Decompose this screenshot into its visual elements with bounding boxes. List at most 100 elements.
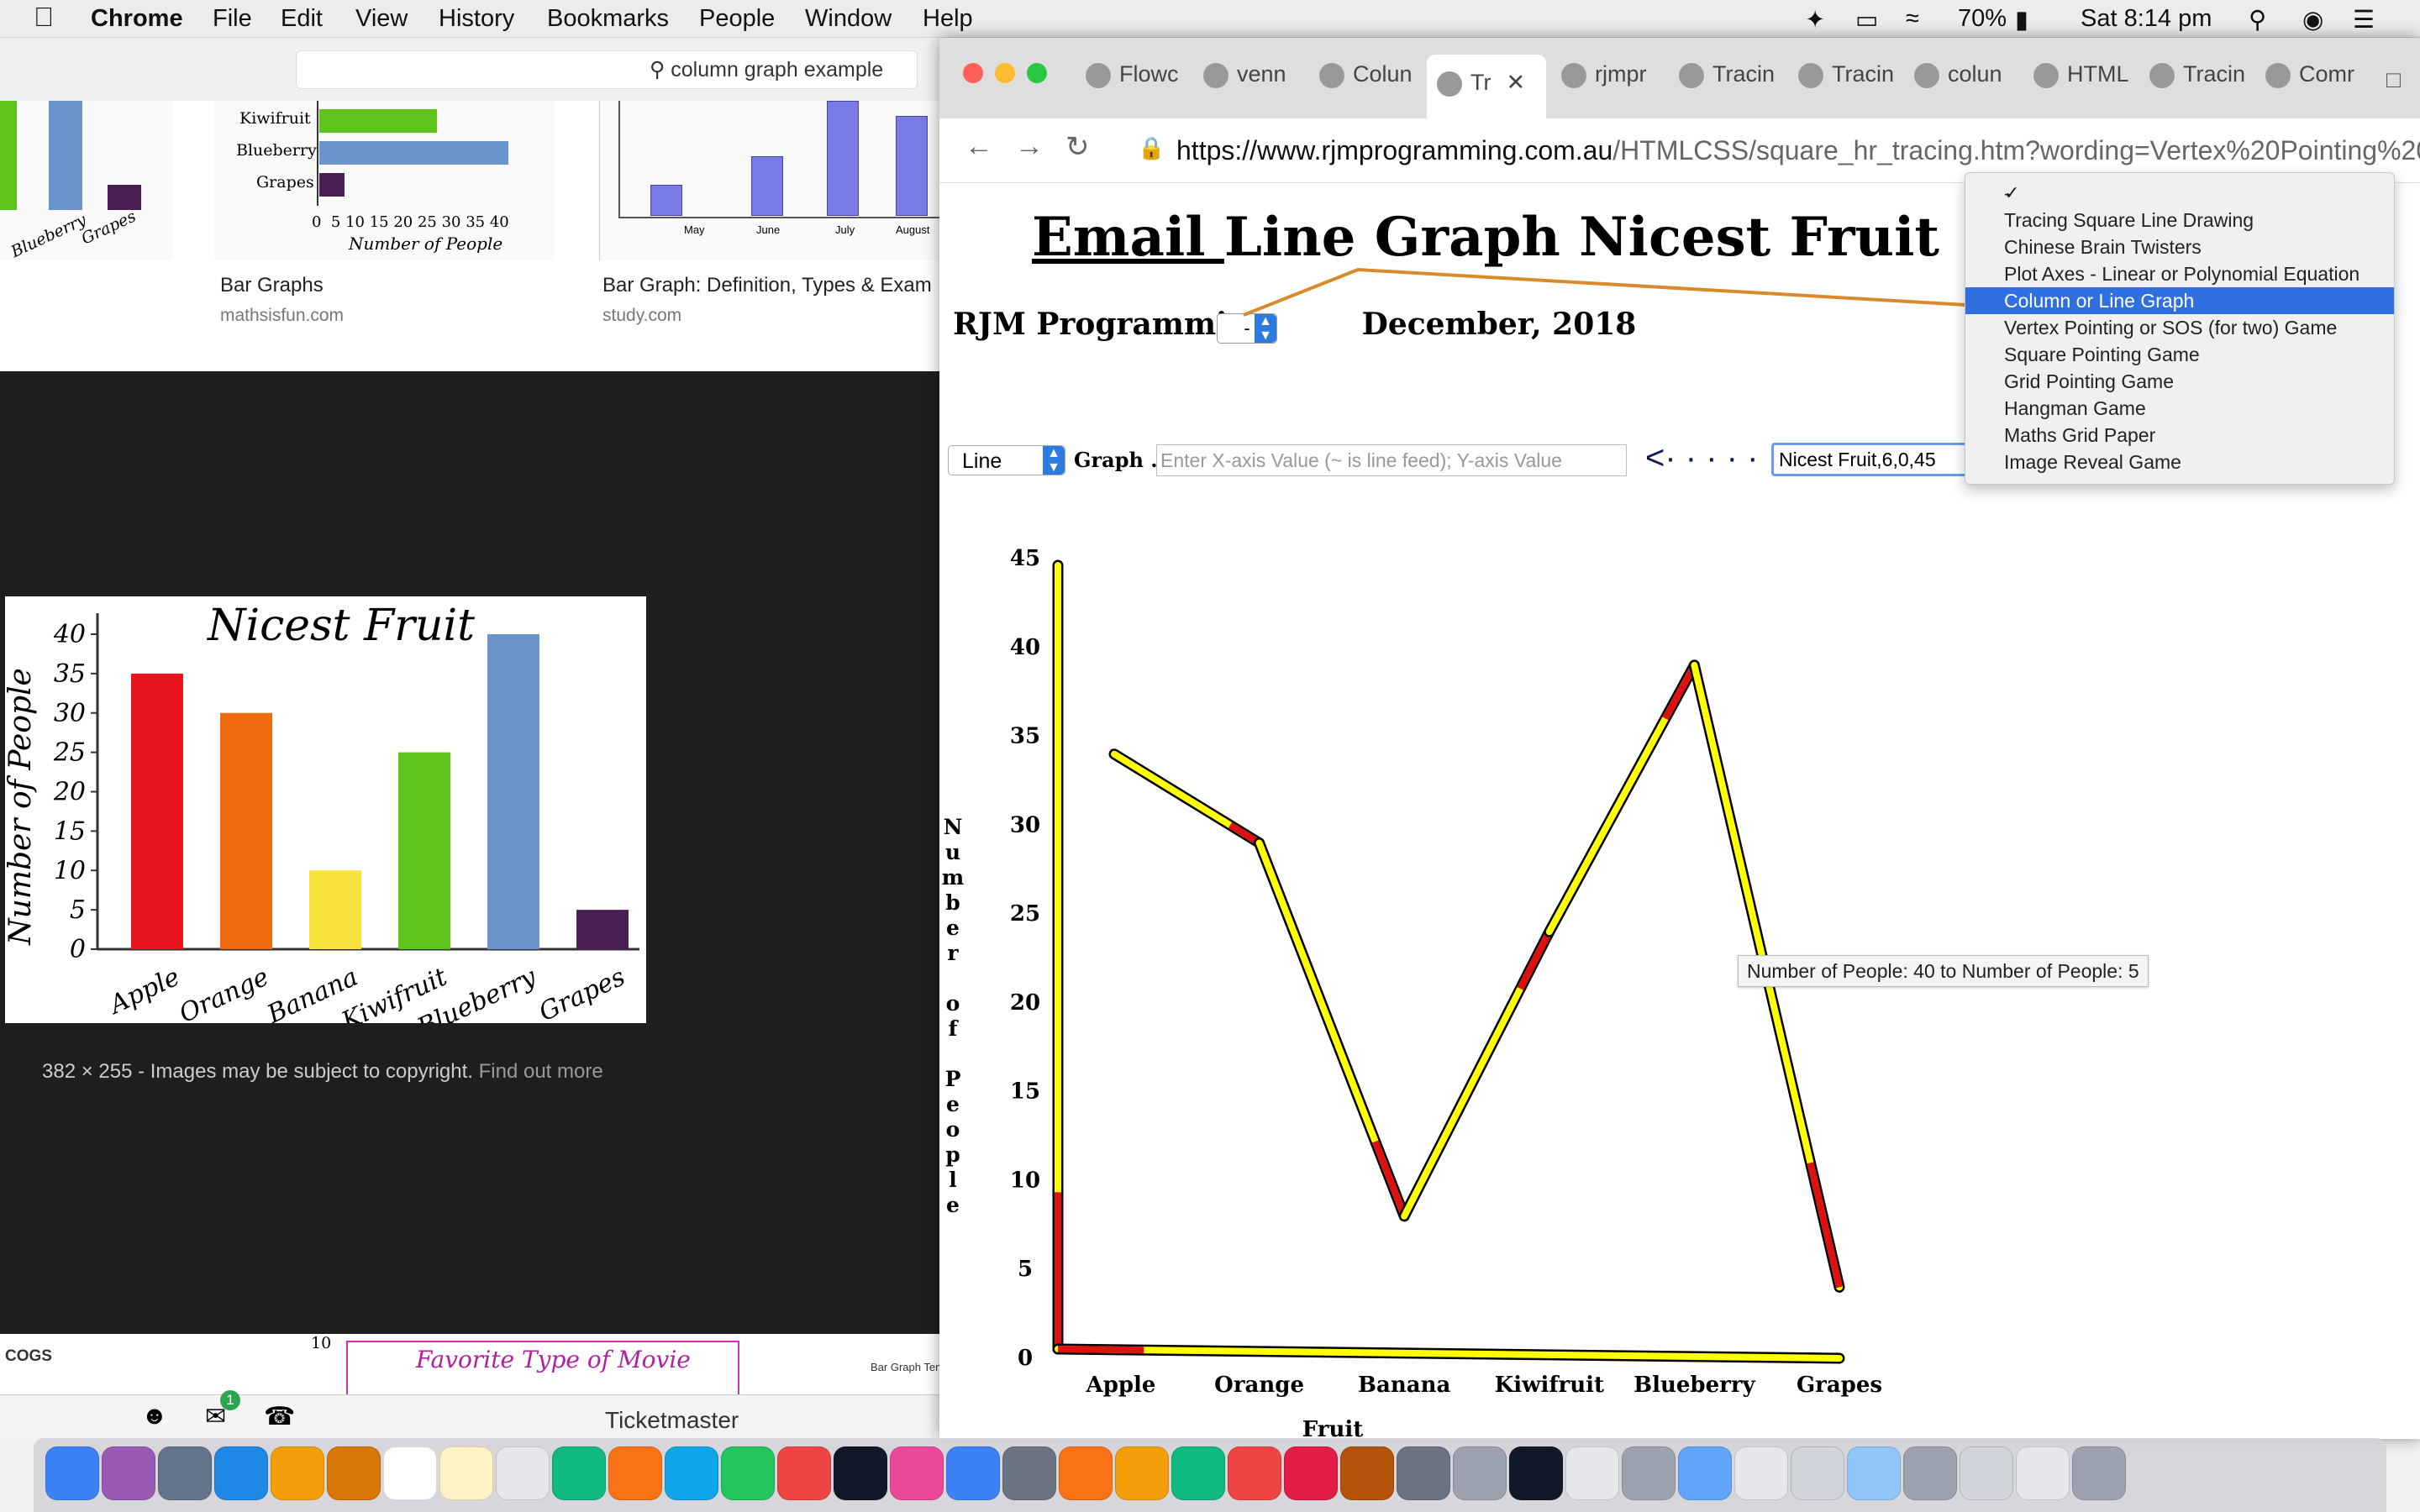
preview-bar: [220, 712, 272, 949]
menu-window[interactable]: Window: [805, 5, 892, 33]
result-thumbnail[interactable]: Blueberry Grapes: [0, 101, 172, 261]
dock-app-icon[interactable]: [1622, 1446, 1676, 1500]
menu-file[interactable]: File: [213, 5, 252, 33]
dock-app-icon[interactable]: [834, 1446, 887, 1500]
data-line-segment-accent: [1807, 1162, 1843, 1289]
dock-app-icon[interactable]: [1960, 1446, 2013, 1500]
dock-app-icon[interactable]: [946, 1446, 1000, 1500]
dock-app-icon[interactable]: [1678, 1446, 1732, 1500]
dropdown-option[interactable]: Tracing Square Line Drawing: [1965, 207, 2394, 234]
dock-app-icon[interactable]: [383, 1446, 437, 1500]
clock[interactable]: Sat 8:14 pm: [2081, 5, 2212, 33]
apple-icon[interactable]: : [34, 2, 54, 33]
dropdown-option[interactable]: Column or Line Graph: [1965, 287, 2394, 314]
dock-app-icon[interactable]: [1002, 1446, 1056, 1500]
result-thumbnail[interactable]: May June July August: [599, 101, 940, 260]
dock-app-icon[interactable]: [1453, 1446, 1507, 1500]
dock-app-icon[interactable]: [665, 1446, 718, 1500]
menu-history[interactable]: History: [439, 5, 514, 33]
x-category-label: Apple: [1086, 1373, 1156, 1398]
spotlight-search-icon[interactable]: ⚲: [2249, 5, 2266, 34]
bottom-thumbnail[interactable]: 10 Favorite Type of Movie: [269, 1334, 744, 1406]
dock-app-icon[interactable]: [102, 1446, 155, 1500]
dock-app-icon[interactable]: [327, 1446, 381, 1500]
dock-app-icon[interactable]: [1340, 1446, 1394, 1500]
bottom-thumb-label[interactable]: COGS: [5, 1347, 52, 1366]
notification-center-icon[interactable]: ☰: [2353, 5, 2375, 34]
y-tick-label: 45: [1010, 546, 1040, 571]
preview-tick: 35: [54, 659, 86, 689]
menu-view[interactable]: View: [355, 5, 408, 33]
dropdown-option[interactable]: Maths Grid Paper: [1965, 422, 2394, 449]
result-caption[interactable]: Bar Graph: Definition, Types & Exam: [602, 274, 932, 297]
y-axis-label-letter: e: [946, 1092, 960, 1116]
phone-icon[interactable]: ☎: [264, 1402, 295, 1431]
result-thumbnail[interactable]: Kiwifruit Blueberry Grapes 0 5 10 15 20 …: [214, 101, 555, 260]
siri-icon[interactable]: ◉: [2302, 5, 2323, 34]
dock-app-icon[interactable]: [1847, 1446, 1901, 1500]
menu-people[interactable]: People: [699, 5, 775, 33]
dock-app-icon[interactable]: [214, 1446, 268, 1500]
dock-app-icon[interactable]: [777, 1446, 831, 1500]
game-dropdown-menu[interactable]: ✓ - Tracing Square Line Drawing Chinese Bra…: [1965, 172, 2395, 485]
preview-note-text: 382 × 255 - Images may be subject to cop…: [42, 1060, 473, 1083]
dock-app-icon[interactable]: [1565, 1446, 1619, 1500]
airplay-icon[interactable]: ▭: [1855, 5, 1878, 34]
dropdown-option[interactable]: ✓ -: [1965, 180, 2394, 207]
result-caption[interactable]: Bar Graphs: [220, 274, 324, 297]
dock-app-icon[interactable]: [1509, 1446, 1563, 1500]
image-preview[interactable]: Nicest Fruit Number of People 0 5 10 15 20 25 30…: [3, 596, 646, 1043]
graph-data-value: Nicest Fruit,6,0,45: [1779, 449, 1936, 470]
dock-app-icon[interactable]: [1734, 1446, 1788, 1500]
dock-app-icon[interactable]: [1059, 1446, 1113, 1500]
dock-app-icon[interactable]: [1791, 1446, 1844, 1500]
dock-app-icon[interactable]: [890, 1446, 944, 1500]
battery-icon[interactable]: ▮: [2015, 5, 2028, 34]
preview-category: Grapes: [534, 963, 629, 1023]
dropdown-option[interactable]: Image Reveal Game: [1965, 449, 2394, 475]
menu-help[interactable]: Help: [923, 5, 973, 33]
battery-percent[interactable]: 70%: [1958, 5, 2007, 33]
find-out-more-link[interactable]: Find out more: [479, 1060, 603, 1083]
dock-app-icon[interactable]: [1284, 1446, 1338, 1500]
dock-app-icon[interactable]: [439, 1446, 493, 1500]
y-axis-label-letter: b: [945, 890, 960, 915]
dropdown-option-label: Plot Axes - Linear or Polynomial Equatio…: [2004, 263, 2360, 285]
graph-data-input[interactable]: Nicest Fruit,6,0,45: [1771, 443, 1973, 476]
xy-value-input[interactable]: Enter X-axis Value (~ is line feed); Y-a…: [1156, 444, 1627, 476]
dropdown-option[interactable]: Hangman Game: [1965, 395, 2394, 422]
preview-tick: 15: [54, 816, 86, 846]
background-search-input[interactable]: ⚲ column graph example: [296, 50, 918, 89]
dock-app-icon[interactable]: [45, 1446, 99, 1500]
menu-edit[interactable]: Edit: [281, 5, 323, 33]
dock-app-icon[interactable]: [552, 1446, 606, 1500]
dock-app-icon[interactable]: [1903, 1446, 1957, 1500]
dock-app-icon[interactable]: [496, 1446, 550, 1500]
status-app-icon[interactable]: ✦: [1805, 5, 1825, 34]
dock-app-icon[interactable]: [721, 1446, 775, 1500]
graph-type-select[interactable]: Line ▲ ▼: [948, 445, 1065, 475]
dropdown-option[interactable]: Square Pointing Game: [1965, 341, 2394, 368]
person-icon[interactable]: ☻: [141, 1402, 168, 1431]
dock-app-icon[interactable]: [608, 1446, 662, 1500]
dropdown-option[interactable]: Chinese Brain Twisters: [1965, 234, 2394, 260]
dock-app-icon[interactable]: [1228, 1446, 1281, 1500]
menu-app-chrome[interactable]: Chrome: [91, 5, 183, 33]
dock-app-icon[interactable]: [1115, 1446, 1169, 1500]
dock-app-icon[interactable]: [2016, 1446, 2070, 1500]
bottom-thumb-label[interactable]: Bar Graph Tem: [871, 1361, 944, 1373]
dock-app-icon[interactable]: [1171, 1446, 1225, 1500]
menu-bookmarks[interactable]: Bookmarks: [547, 5, 669, 33]
dock-app-icon[interactable]: [2072, 1446, 2126, 1500]
dock-app-icon[interactable]: [271, 1446, 324, 1500]
dropdown-option[interactable]: Grid Pointing Game: [1965, 368, 2394, 395]
data-line-segment-accent: [1517, 930, 1553, 990]
dropdown-option[interactable]: Plot Axes - Linear or Polynomial Equatio…: [1965, 260, 2394, 287]
thumb-ticks: 0 5 10 15 20 25 30 35 40: [312, 213, 509, 231]
dropdown-option[interactable]: Vertex Pointing or SOS (for two) Game: [1965, 314, 2394, 341]
dock-app-icon[interactable]: [158, 1446, 212, 1500]
dock-app-icon[interactable]: [1397, 1446, 1450, 1500]
preview-tick: 20: [53, 778, 86, 807]
wifi-icon[interactable]: ≈: [1906, 5, 1919, 33]
dropdown-option-label: Maths Grid Paper: [2004, 424, 2156, 446]
